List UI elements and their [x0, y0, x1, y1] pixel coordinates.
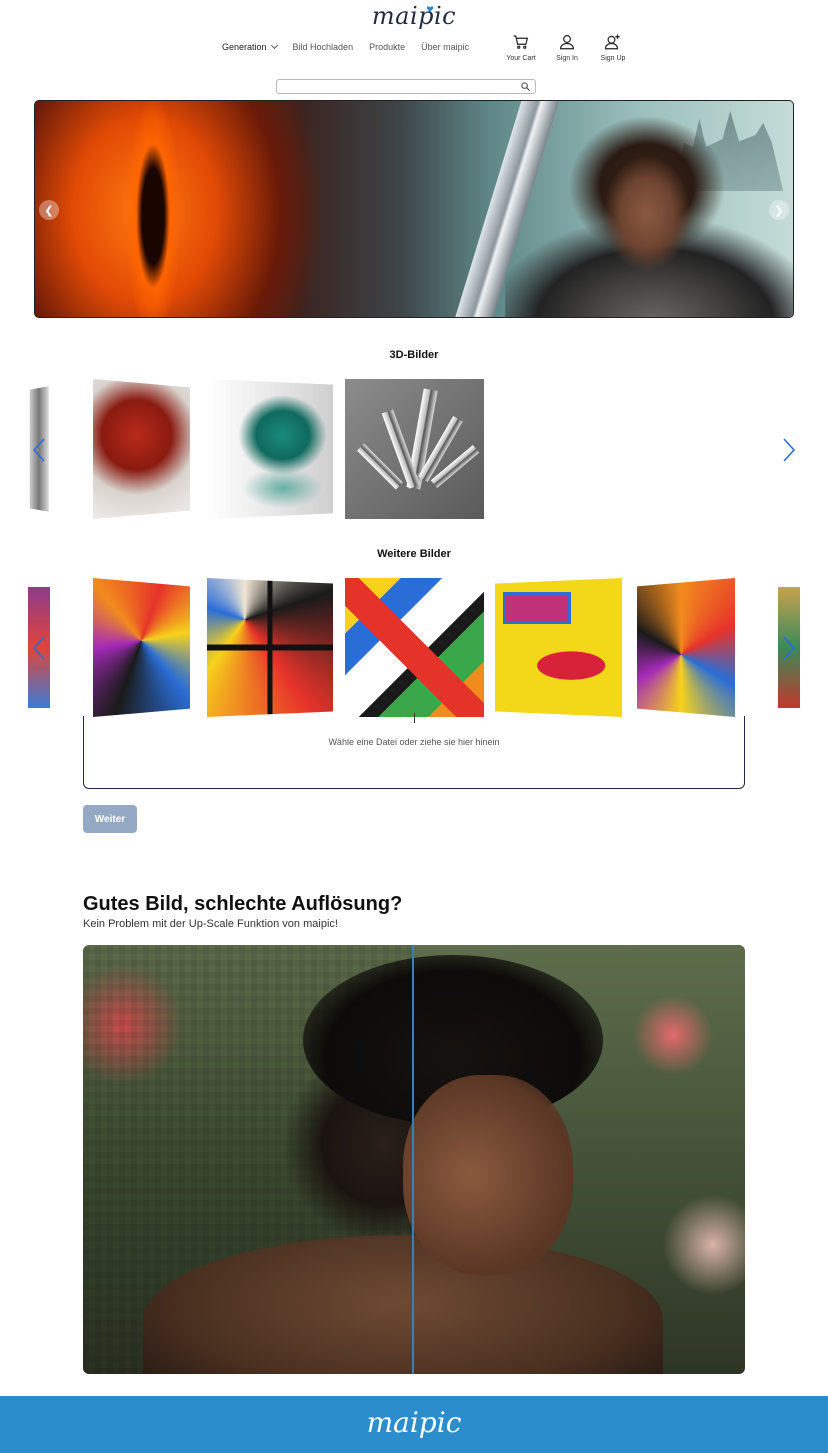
- user-plus-icon: [604, 34, 620, 50]
- nav-item-ueber-maipic[interactable]: Über maipic: [421, 42, 469, 52]
- brand-logo[interactable]: maipic: [0, 2, 828, 30]
- cart-label: Your Cart: [506, 55, 536, 62]
- sign-up-label: Sign Up: [600, 55, 626, 62]
- carousel-image-3d[interactable]: [345, 379, 484, 519]
- main-nav: Generation Bild Hochladen Produkte Über …: [222, 41, 485, 52]
- section-title-more: Weitere Bilder: [377, 548, 451, 560]
- weiter-button[interactable]: Weiter: [83, 805, 137, 833]
- user-nav: Your Cart Sign In Sign Up: [504, 33, 630, 62]
- carousel-image-pop-art[interactable]: [495, 578, 622, 717]
- carousel-image-3d[interactable]: [207, 379, 333, 519]
- chevron-left-icon[interactable]: [32, 437, 46, 463]
- hero-banner[interactable]: ❮ ❯: [34, 100, 794, 318]
- nav-item-label: Über maipic: [421, 42, 470, 52]
- search-input[interactable]: [283, 84, 521, 97]
- search-icon[interactable]: [520, 81, 531, 92]
- warrior-graphic: [505, 116, 793, 317]
- nav-item-label: Bild Hochladen: [292, 42, 354, 52]
- nav-item-generation[interactable]: Generation: [222, 41, 278, 52]
- chevron-down-icon: [270, 41, 278, 50]
- sign-in-label: Sign In: [556, 55, 578, 62]
- chevron-right-icon[interactable]: [782, 635, 796, 661]
- heart-icon: [423, 6, 430, 12]
- user-icon: [560, 35, 574, 50]
- portrait-face: [403, 1075, 573, 1275]
- dropzone-text: Wähle eine Datei oder ziehe sie hier hin…: [328, 737, 500, 747]
- search-bar: [276, 79, 536, 97]
- carousel-image-pop-art[interactable]: [637, 578, 735, 717]
- text-caret: [414, 713, 415, 723]
- cart-icon: [513, 35, 529, 49]
- hero-prev-button[interactable]: ❮: [39, 200, 59, 220]
- upscale-heading: Gutes Bild, schlechte Auflösung?: [83, 893, 403, 915]
- cart-button[interactable]: Your Cart: [504, 33, 538, 62]
- chevron-right-icon[interactable]: [782, 437, 796, 463]
- section-title-3d: 3D-Bilder: [389, 349, 439, 361]
- sign-up-button[interactable]: Sign Up: [596, 33, 630, 62]
- upscale-subheading: Kein Problem mit der Up-Scale Funktion v…: [83, 918, 338, 930]
- carousel-image-pop-art[interactable]: [345, 578, 484, 717]
- carousel-image-pop-art[interactable]: [93, 578, 190, 717]
- carousel-image-3d[interactable]: [93, 379, 190, 519]
- chevron-left-icon[interactable]: [32, 635, 46, 661]
- nav-item-label: Generation: [222, 42, 267, 52]
- footer-logo[interactable]: maipic: [0, 1406, 828, 1439]
- sign-in-button[interactable]: Sign In: [550, 33, 584, 62]
- file-dropzone[interactable]: Wähle eine Datei oder ziehe sie hier hin…: [83, 713, 745, 789]
- nav-item-bild-hochladen[interactable]: Bild Hochladen: [293, 42, 354, 52]
- comparison-slider-handle[interactable]: [412, 945, 414, 1374]
- nav-item-label: Produkte: [369, 42, 406, 52]
- footer: maipic: [0, 1396, 828, 1453]
- carousel-image-pop-art[interactable]: [207, 578, 333, 717]
- before-after-comparison[interactable]: [83, 945, 745, 1374]
- nav-item-produkte[interactable]: Produkte: [369, 42, 405, 52]
- chevron-right-icon: ❯: [774, 204, 784, 217]
- logo-text: maipic: [371, 2, 457, 30]
- hero-next-button[interactable]: ❯: [769, 200, 789, 220]
- chevron-left-icon: ❮: [44, 204, 54, 217]
